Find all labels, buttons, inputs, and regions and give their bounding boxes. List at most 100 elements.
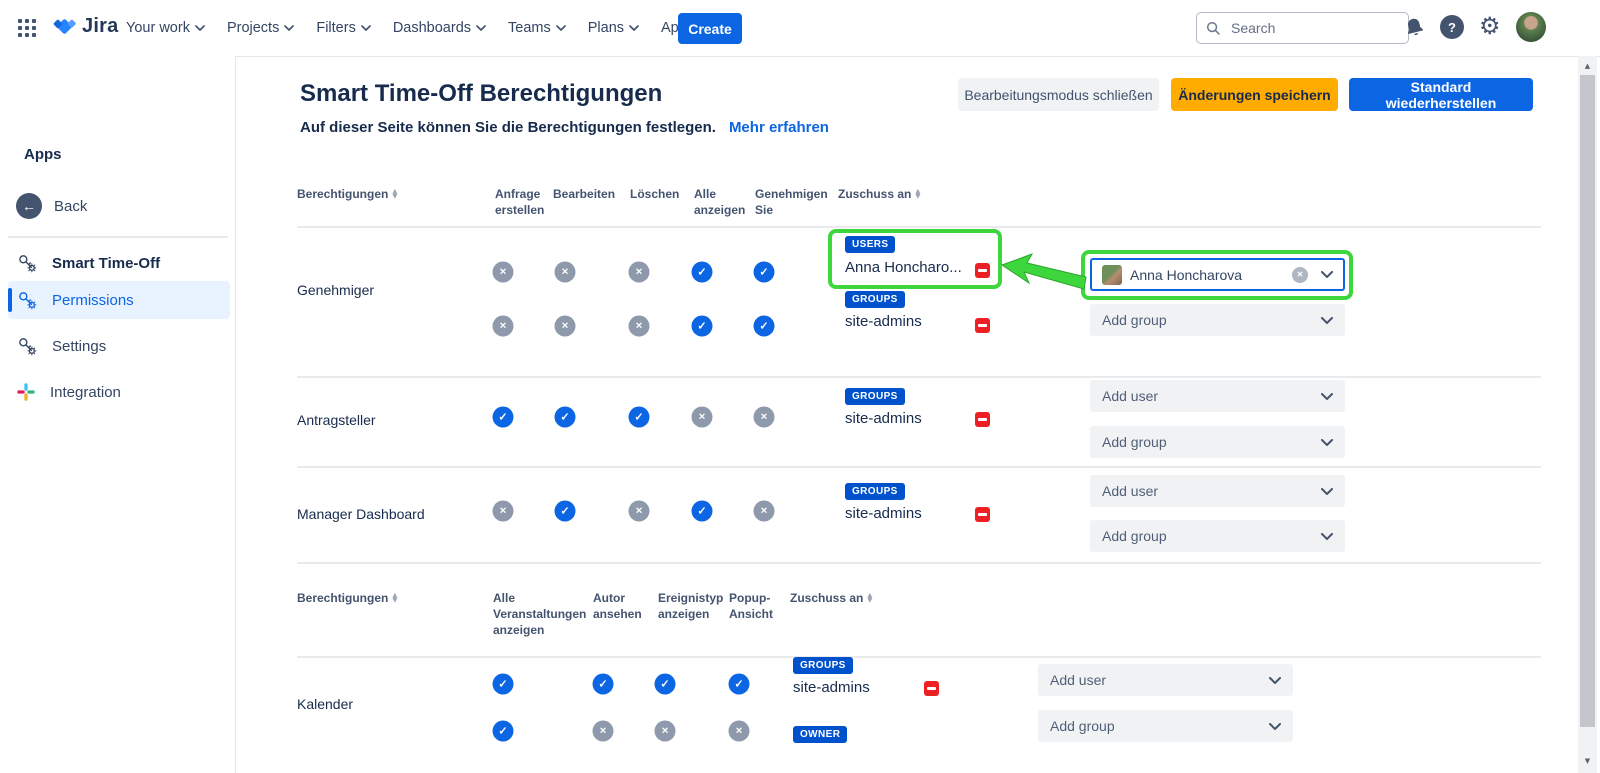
- permission-toggle[interactable]: ✕: [555, 316, 576, 337]
- user-select[interactable]: Anna Honcharova ✕: [1090, 258, 1345, 291]
- permission-toggle[interactable]: ✕: [754, 407, 775, 428]
- permission-toggle[interactable]: ✓: [493, 674, 514, 695]
- permission-toggle[interactable]: ✕: [629, 316, 650, 337]
- permission-toggle[interactable]: ✓: [493, 721, 514, 742]
- chevron-down-icon: [1321, 271, 1333, 278]
- remove-grant-button[interactable]: [975, 263, 990, 278]
- group-select[interactable]: Add group: [1090, 520, 1345, 552]
- column-header-zuschuss-an[interactable]: Zuschuss an▲▼: [838, 186, 920, 202]
- permission-toggle[interactable]: ✓: [692, 501, 713, 522]
- permission-toggle[interactable]: ✓: [754, 262, 775, 283]
- permission-toggle[interactable]: ✕: [754, 501, 775, 522]
- sidebar-item-smart-time-off[interactable]: Smart Time-Off: [0, 244, 235, 282]
- sidebar-section-label: Apps: [24, 146, 62, 163]
- nav-item-projects[interactable]: Projects: [227, 20, 294, 36]
- sidebar-item-settings[interactable]: Settings: [0, 327, 235, 365]
- nav-item-your-work[interactable]: Your work: [126, 20, 205, 36]
- permission-toggle[interactable]: ✓: [692, 316, 713, 337]
- row-label-genehmiger: Genehmiger: [297, 282, 374, 298]
- sort-icon[interactable]: ▲▼: [867, 590, 872, 606]
- settings-gear-icon[interactable]: ⚙: [1479, 14, 1501, 38]
- grant-type-badge: GROUPS: [845, 388, 905, 405]
- grant-name: Anna Honcharo...: [845, 257, 962, 279]
- app-switcher-icon[interactable]: [18, 19, 36, 37]
- grant-name: site-admins: [845, 503, 922, 525]
- search-input[interactable]: [1229, 19, 1363, 37]
- remove-grant-button[interactable]: [924, 681, 939, 696]
- jira-logo[interactable]: Jira: [52, 14, 118, 39]
- permission-toggle[interactable]: ✓: [729, 674, 750, 695]
- help-icon[interactable]: ?: [1440, 15, 1464, 39]
- permission-toggle[interactable]: ✕: [493, 262, 514, 283]
- clear-selection-icon[interactable]: ✕: [1292, 267, 1308, 283]
- permission-toggle[interactable]: ✕: [593, 721, 614, 742]
- group-select[interactable]: Add group: [1090, 426, 1345, 458]
- nav-item-filters[interactable]: Filters: [316, 20, 370, 36]
- learn-more-link[interactable]: Mehr erfahren: [729, 119, 829, 136]
- permission-toggle[interactable]: ✕: [555, 262, 576, 283]
- scroll-down-icon[interactable]: ▼: [1578, 753, 1597, 769]
- group-select[interactable]: Add group: [1090, 304, 1345, 336]
- chevron-down-icon: [1321, 533, 1333, 540]
- user-select[interactable]: Add user: [1090, 475, 1345, 507]
- column-header-loeschen: Löschen: [630, 186, 679, 202]
- remove-grant-button[interactable]: [975, 507, 990, 522]
- remove-grant-button[interactable]: [975, 318, 990, 333]
- top-navigation: Jira Your work Projects Filters Dashboar…: [0, 0, 1600, 57]
- group-select[interactable]: Add group: [1038, 710, 1293, 742]
- nav-item-dashboards[interactable]: Dashboards: [393, 20, 486, 36]
- search-box[interactable]: [1196, 12, 1409, 44]
- permission-toggle[interactable]: ✓: [493, 407, 514, 428]
- sidebar-item-integration[interactable]: Integration: [0, 373, 235, 411]
- permission-toggle[interactable]: ✓: [555, 407, 576, 428]
- permission-toggle[interactable]: ✓: [692, 262, 713, 283]
- sidebar-item-permissions[interactable]: Permissions: [0, 281, 235, 319]
- remove-grant-button[interactable]: [975, 412, 990, 427]
- slack-icon: [16, 382, 36, 402]
- column-header-berechtigungen[interactable]: Berechtigungen▲▼: [297, 186, 397, 202]
- permission-toggle[interactable]: ✕: [692, 407, 713, 428]
- permission-toggle[interactable]: ✕: [629, 501, 650, 522]
- sort-icon[interactable]: ▲▼: [915, 186, 920, 202]
- close-edit-mode-button[interactable]: Bearbeitungsmodus schließen: [958, 78, 1159, 111]
- scroll-up-icon[interactable]: ▲: [1578, 58, 1597, 74]
- key-gear-icon: [16, 252, 38, 274]
- nav-item-teams[interactable]: Teams: [508, 20, 566, 36]
- sidebar-back-button[interactable]: ← Back: [16, 193, 87, 219]
- user-avatar[interactable]: [1516, 12, 1546, 42]
- permission-toggle[interactable]: ✓: [629, 407, 650, 428]
- permission-toggle[interactable]: ✕: [493, 316, 514, 337]
- permission-toggle[interactable]: ✕: [493, 501, 514, 522]
- main-scrollbar[interactable]: ▲ ▼: [1578, 56, 1597, 773]
- user-select[interactable]: Add user: [1038, 664, 1293, 696]
- row-label-manager-dashboard: Manager Dashboard: [297, 506, 425, 522]
- search-icon: [1206, 21, 1221, 36]
- sort-icon[interactable]: ▲▼: [392, 590, 397, 606]
- permission-toggle[interactable]: ✕: [629, 262, 650, 283]
- restore-default-button[interactable]: Standard wiederherstellen: [1349, 78, 1533, 111]
- column-header-zuschuss-an[interactable]: Zuschuss an▲▼: [790, 590, 872, 606]
- create-button[interactable]: Create: [678, 13, 742, 44]
- sort-icon[interactable]: ▲▼: [392, 186, 397, 202]
- column-header-berechtigungen[interactable]: Berechtigungen▲▼: [297, 590, 397, 606]
- row-divider: [297, 656, 1541, 658]
- permission-toggle[interactable]: ✓: [754, 316, 775, 337]
- annotation-arrow: [1000, 252, 1088, 292]
- page-subtitle: Auf dieser Seite können Sie die Berechti…: [300, 119, 829, 136]
- column-header-popup-ansicht: Popup-Ansicht: [729, 590, 781, 622]
- notifications-bell-icon[interactable]: [1404, 17, 1425, 43]
- user-select[interactable]: Add user: [1090, 380, 1345, 412]
- permission-toggle[interactable]: ✓: [655, 674, 676, 695]
- nav-item-plans[interactable]: Plans: [588, 20, 639, 36]
- scrollbar-thumb[interactable]: [1580, 75, 1595, 727]
- jira-mark-icon: [52, 14, 77, 39]
- save-changes-button[interactable]: Änderungen speichern: [1171, 78, 1338, 111]
- permission-toggle[interactable]: ✓: [555, 501, 576, 522]
- chevron-down-icon: [1321, 317, 1333, 324]
- grant-type-badge: USERS: [845, 236, 895, 253]
- row-divider: [297, 376, 1541, 378]
- permission-toggle[interactable]: ✕: [655, 721, 676, 742]
- grant-type-badge: GROUPS: [845, 483, 905, 500]
- permission-toggle[interactable]: ✕: [729, 721, 750, 742]
- permission-toggle[interactable]: ✓: [593, 674, 614, 695]
